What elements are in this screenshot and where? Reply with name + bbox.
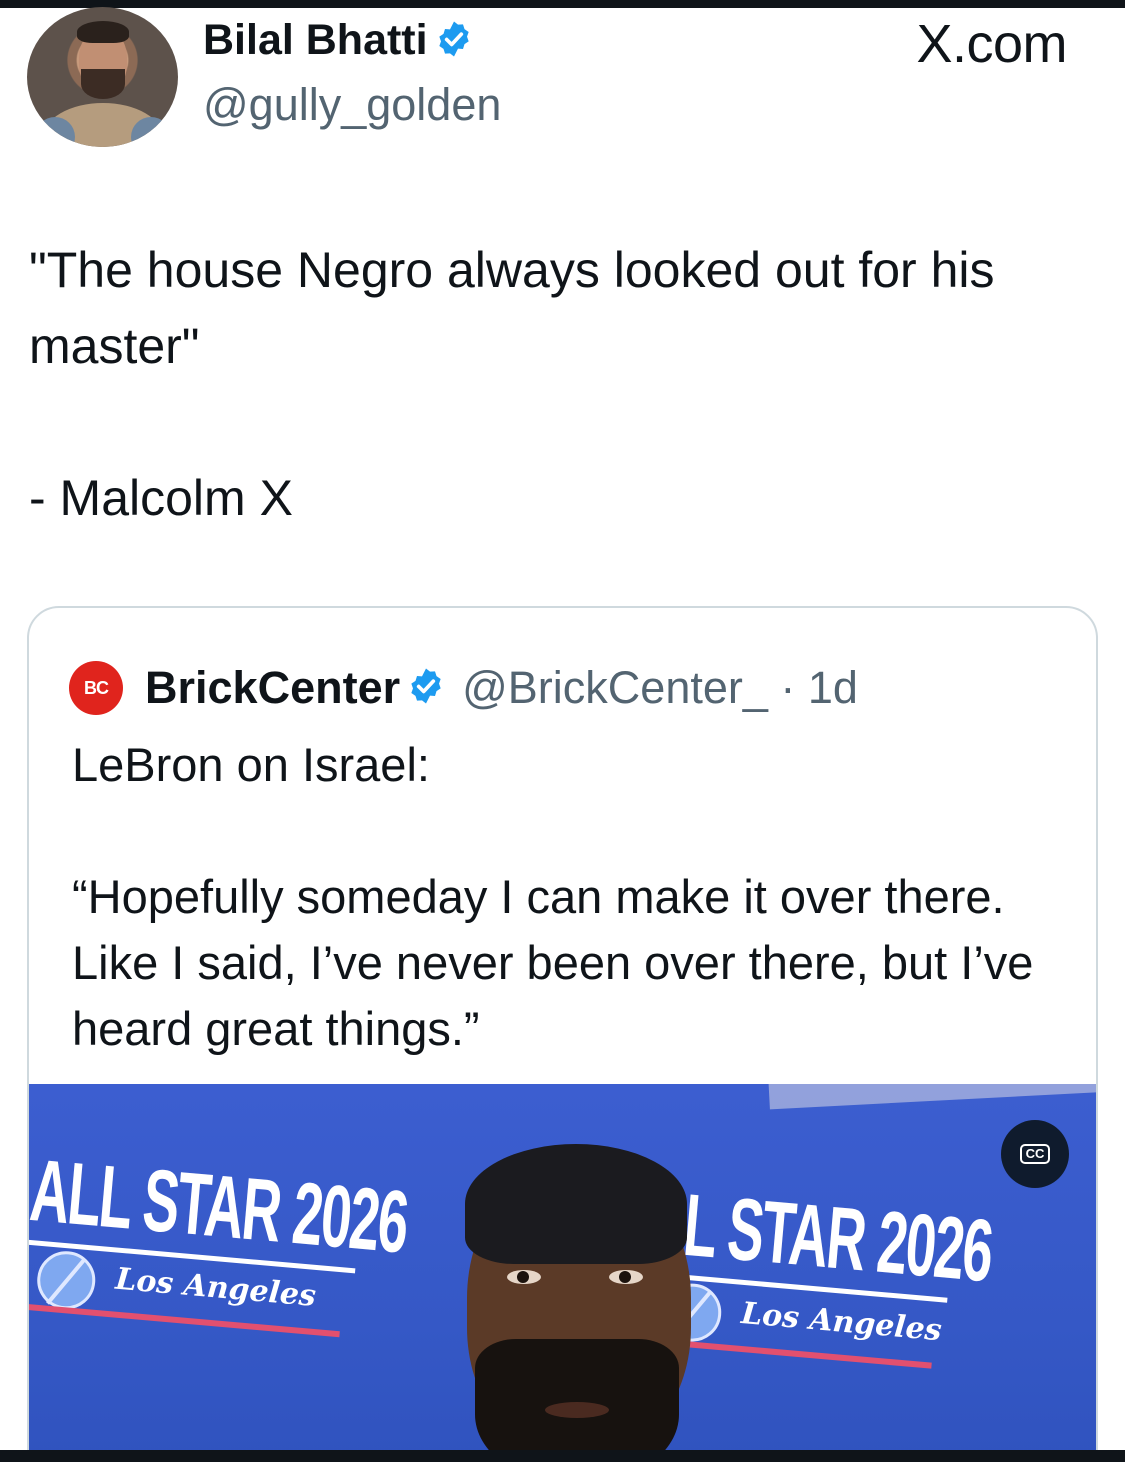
person-beard [475, 1339, 679, 1462]
brickcenter-logo[interactable]: BC [69, 661, 123, 715]
author-name[interactable]: Bilal Bhatti [203, 16, 428, 64]
site-label: X.com [916, 14, 1067, 74]
basketball-icon [34, 1248, 98, 1312]
banner-left-subtitle: Los Angeles [114, 1261, 318, 1314]
post-text: "The house Negro always looked out for h… [29, 242, 995, 526]
quoted-post-card[interactable]: BC BrickCenter @BrickCenter_ · 1d LeBron… [27, 606, 1098, 1462]
closed-captions-icon: CC [1019, 1144, 1051, 1164]
author-name-row[interactable]: Bilal Bhatti [203, 14, 474, 71]
author-handle[interactable]: @gully_golden [203, 78, 501, 132]
person-eye-left [507, 1270, 541, 1284]
top-edge-bar [0, 0, 1125, 8]
avatar-hair [77, 21, 129, 43]
bottom-edge-bar [0, 1450, 1125, 1462]
quoted-author-name[interactable]: BrickCenter [145, 662, 400, 714]
verified-badge-icon [434, 19, 474, 71]
closed-captions-button[interactable]: CC [1001, 1120, 1069, 1188]
author-avatar[interactable] [27, 7, 178, 147]
avatar-beard [81, 69, 125, 99]
quoted-video[interactable]: ALL STAR 2026 Los Angeles LL STAR 2026 L… [29, 1084, 1096, 1462]
quoted-post-text: LeBron on Israel: “Hopefully someday I c… [72, 738, 1034, 1055]
person-eye-right [609, 1270, 643, 1284]
banner-right: LL STAR 2026 Los Angeles [642, 1172, 1096, 1369]
backdrop-stripe [768, 1084, 1096, 1110]
verified-badge-icon [406, 666, 446, 711]
person-mouth [545, 1402, 609, 1418]
quoted-handle-and-time[interactable]: @BrickCenter_ · 1d [462, 662, 858, 714]
banner-right-subtitle: Los Angeles [739, 1295, 944, 1349]
quoted-post-header: BC BrickCenter @BrickCenter_ · 1d [69, 660, 858, 716]
person-headband [465, 1144, 687, 1264]
avatar-jacket-right [131, 117, 171, 147]
